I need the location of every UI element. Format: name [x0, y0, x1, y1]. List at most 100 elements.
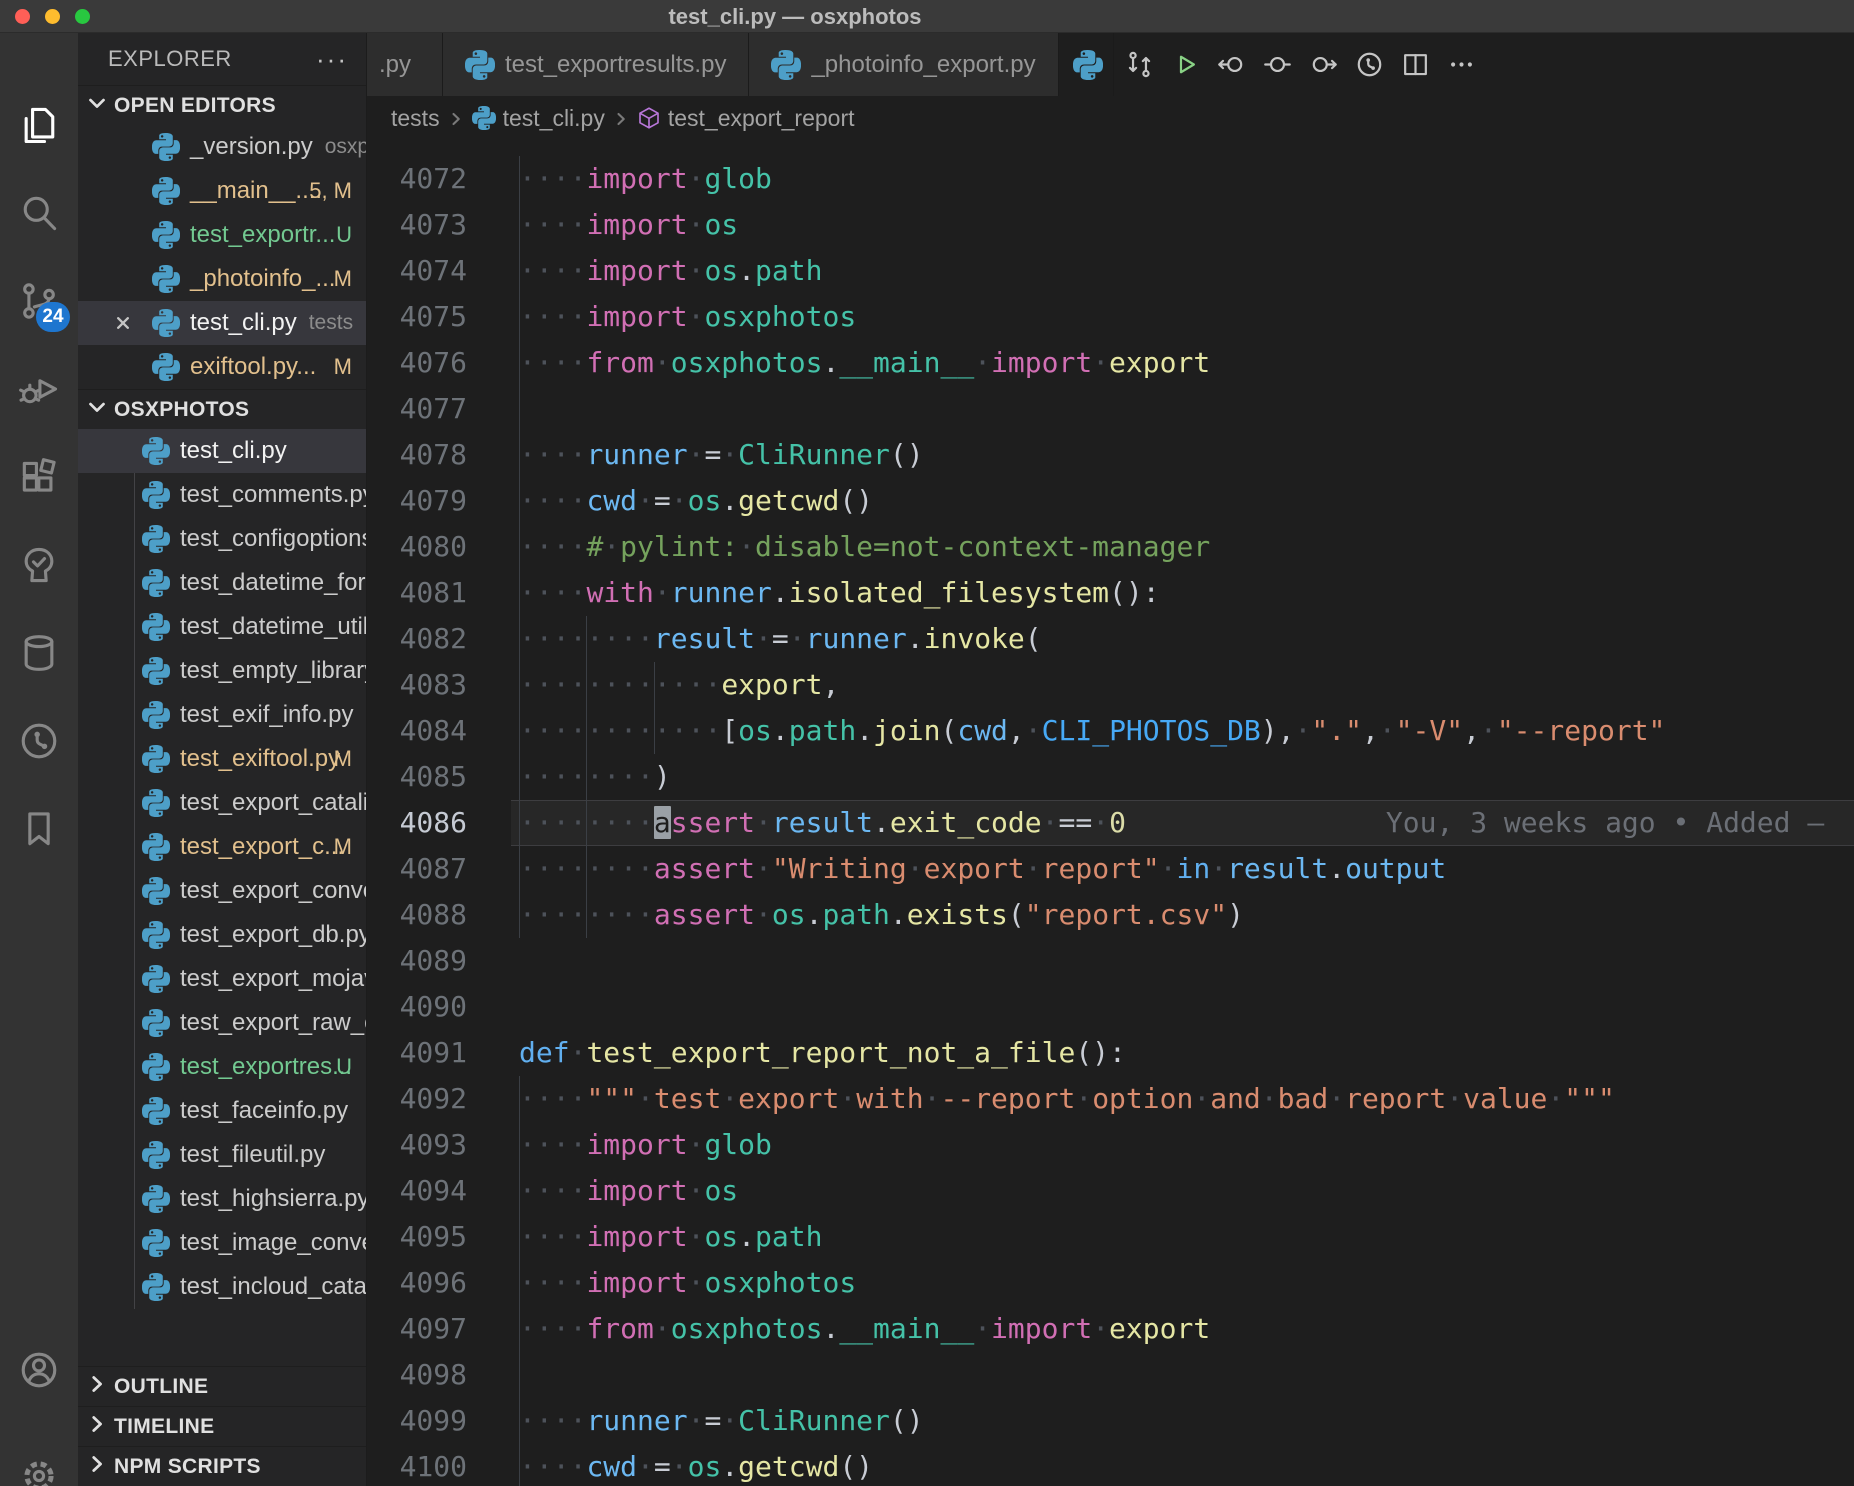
code-line-4094[interactable]: 4094····import·os: [367, 1168, 1854, 1214]
line-number: 4081: [367, 570, 511, 616]
code-line-4086[interactable]: 4086········assert·result.exit_code·==·0…: [367, 800, 1854, 846]
search-icon[interactable]: [0, 174, 78, 252]
file-item-test_export_mojave...[interactable]: test_export_mojave...: [78, 957, 366, 1001]
code-line-4096[interactable]: 4096····import·osxphotos: [367, 1260, 1854, 1306]
line-number: 4076: [367, 340, 511, 386]
more-actions-icon[interactable]: [1444, 47, 1480, 83]
file-item-test_export_db.py[interactable]: test_export_db.py: [78, 913, 366, 957]
code-editor[interactable]: 4072····import·glob4073····import·os4074…: [367, 140, 1854, 1486]
gitlens-icon[interactable]: [0, 702, 78, 780]
code-line-4073[interactable]: 4073····import·os: [367, 202, 1854, 248]
open-changes-icon[interactable]: [1122, 47, 1158, 83]
file-item-test_exportres...[interactable]: test_exportres...U: [78, 1045, 366, 1089]
code-line-4075[interactable]: 4075····import·osxphotos: [367, 294, 1854, 340]
code-line-4100[interactable]: 4100····cwd·=·os.getcwd(): [367, 1444, 1854, 1486]
test-explorer-icon[interactable]: [0, 526, 78, 604]
code-line-4087[interactable]: 4087········assert·"Writing·export·repor…: [367, 846, 1854, 892]
file-item-_version.py[interactable]: _version.pyosxp...: [78, 125, 366, 169]
code-line-4088[interactable]: 4088········assert·os.path.exists("repor…: [367, 892, 1854, 938]
bookmarks-icon[interactable]: [0, 790, 78, 868]
breadcrumb: tests test_cli.py test_export_report: [367, 96, 1854, 140]
code-text: ····import·os.path: [511, 1214, 1854, 1260]
breadcrumb-item-test_cli.py[interactable]: test_cli.py: [472, 105, 605, 132]
code-line-4078[interactable]: 4078····runner·=·CliRunner(): [367, 432, 1854, 478]
code-line-4098[interactable]: 4098: [367, 1352, 1854, 1398]
minimize-window-button[interactable]: [45, 9, 60, 24]
code-line-4074[interactable]: 4074····import·os.path: [367, 248, 1854, 294]
file-item-test_cli.py[interactable]: test_cli.pytests: [78, 301, 366, 345]
file-item-test_exiftool.py[interactable]: test_exiftool.pyM: [78, 737, 366, 781]
close-window-button[interactable]: [15, 9, 30, 24]
file-item-exiftool.py...[interactable]: exiftool.py...M: [78, 345, 366, 389]
code-line-4090[interactable]: 4090: [367, 984, 1854, 1030]
code-line-4097[interactable]: 4097····from·osxphotos.__main__·import·e…: [367, 1306, 1854, 1352]
code-line-4085[interactable]: 4085········): [367, 754, 1854, 800]
code-line-4077[interactable]: 4077: [367, 386, 1854, 432]
file-label: test_cli.py: [190, 309, 297, 337]
file-item-test_cli.py[interactable]: test_cli.py: [78, 429, 366, 473]
sidebar-section-outline[interactable]: OUTLINE: [78, 1366, 366, 1406]
file-item-test_image_convert...[interactable]: test_image_convert...: [78, 1221, 366, 1265]
previous-change-icon[interactable]: [1214, 47, 1250, 83]
tab-.py[interactable]: .py: [367, 33, 443, 96]
code-line-4072[interactable]: 4072····import·glob: [367, 156, 1854, 202]
code-line-4089[interactable]: 4089: [367, 938, 1854, 984]
breadcrumb-item-test_export_report[interactable]: test_export_report: [637, 105, 855, 132]
explorer-icon[interactable]: [0, 86, 78, 164]
code-line-4093[interactable]: 4093····import·glob: [367, 1122, 1854, 1168]
tab-_photoinfo_export.py[interactable]: _photoinfo_export.py: [749, 33, 1058, 96]
code-line-4092[interactable]: 4092····"""·test·export·with·--report·op…: [367, 1076, 1854, 1122]
code-line-4091[interactable]: 4091def·test_export_report_not_a_file():: [367, 1030, 1854, 1076]
file-item-test_empty_library_...[interactable]: test_empty_library_...: [78, 649, 366, 693]
file-item-test_export_raw_ca...[interactable]: test_export_raw_ca...: [78, 1001, 366, 1045]
code-line-4082[interactable]: 4082········result·=·runner.invoke(: [367, 616, 1854, 662]
code-line-4084[interactable]: 4084············[os.path.join(cwd,·CLI_P…: [367, 708, 1854, 754]
file-item-test_exportr...[interactable]: test_exportr...U: [78, 213, 366, 257]
run-python-file-icon[interactable]: [1168, 47, 1204, 83]
file-item-test_datetime_utils....[interactable]: test_datetime_utils....: [78, 605, 366, 649]
sidebar-section-timeline[interactable]: TIMELINE: [78, 1406, 366, 1446]
breadcrumb-item-tests[interactable]: tests: [391, 105, 440, 132]
tab-test_exportresults.py[interactable]: test_exportresults.py: [443, 33, 749, 96]
file-item-test_fileutil.py[interactable]: test_fileutil.py: [78, 1133, 366, 1177]
file-item-test_comments.py[interactable]: test_comments.py: [78, 473, 366, 517]
run-and-debug-icon[interactable]: [0, 350, 78, 428]
file-item-_photoinfo_...[interactable]: _photoinfo_...M: [78, 257, 366, 301]
file-item-test_highsierra.py[interactable]: test_highsierra.py: [78, 1177, 366, 1221]
code-line-4080[interactable]: 4080····#·pylint:·disable=not-context-ma…: [367, 524, 1854, 570]
file-item-test_incloud_catali...[interactable]: test_incloud_catali...: [78, 1265, 366, 1309]
code-line-4095[interactable]: 4095····import·os.path: [367, 1214, 1854, 1260]
file-item-test_faceinfo.py[interactable]: test_faceinfo.py: [78, 1089, 366, 1133]
indent-guide: [519, 1214, 520, 1260]
close-icon[interactable]: [112, 312, 134, 334]
next-change-icon[interactable]: [1306, 47, 1342, 83]
source-control-badge: 24: [36, 302, 70, 332]
file-item-test_exif_info.py[interactable]: test_exif_info.py: [78, 693, 366, 737]
file-item-test_export_catalin...[interactable]: test_export_catalin...: [78, 781, 366, 825]
accounts-icon[interactable]: [0, 1331, 78, 1409]
zoom-window-button[interactable]: [75, 9, 90, 24]
extensions-icon[interactable]: [0, 438, 78, 516]
change-annotation-icon[interactable]: [1260, 47, 1296, 83]
open-editors-section-header[interactable]: OPEN EDITORS: [78, 85, 366, 125]
code-line-4076[interactable]: 4076····from·osxphotos.__main__·import·e…: [367, 340, 1854, 386]
code-line-4083[interactable]: 4083············export,: [367, 662, 1854, 708]
explorer-more-actions-icon[interactable]: ···: [316, 54, 348, 64]
code-line-4081[interactable]: 4081····with·runner.isolated_filesystem(…: [367, 570, 1854, 616]
file-item-__main__....[interactable]: __main__....5, M: [78, 169, 366, 213]
code-line-4079[interactable]: 4079····cwd·=·os.getcwd(): [367, 478, 1854, 524]
file-item-test_export_c...[interactable]: test_export_c...M: [78, 825, 366, 869]
file-item-test_configoptions....[interactable]: test_configoptions....: [78, 517, 366, 561]
settings-icon[interactable]: [0, 1437, 78, 1486]
gitlens-graph-icon[interactable]: [1352, 47, 1388, 83]
source-control-icon[interactable]: 24: [0, 262, 78, 340]
file-item-test_export_conver...[interactable]: test_export_conver...: [78, 869, 366, 913]
split-editor-icon[interactable]: [1398, 47, 1434, 83]
tab-test_cli.py-active[interactable]: [1059, 33, 1114, 96]
sidebar-section-npm-scripts[interactable]: NPM SCRIPTS: [78, 1446, 366, 1486]
code-line-4099[interactable]: 4099····runner·=·CliRunner(): [367, 1398, 1854, 1444]
database-icon[interactable]: [0, 614, 78, 692]
code-text: ········assert·result.exit_code·==·0You,…: [511, 800, 1854, 846]
project-section-header[interactable]: OSXPHOTOS: [78, 389, 366, 429]
file-item-test_datetime_form...[interactable]: test_datetime_form...: [78, 561, 366, 605]
